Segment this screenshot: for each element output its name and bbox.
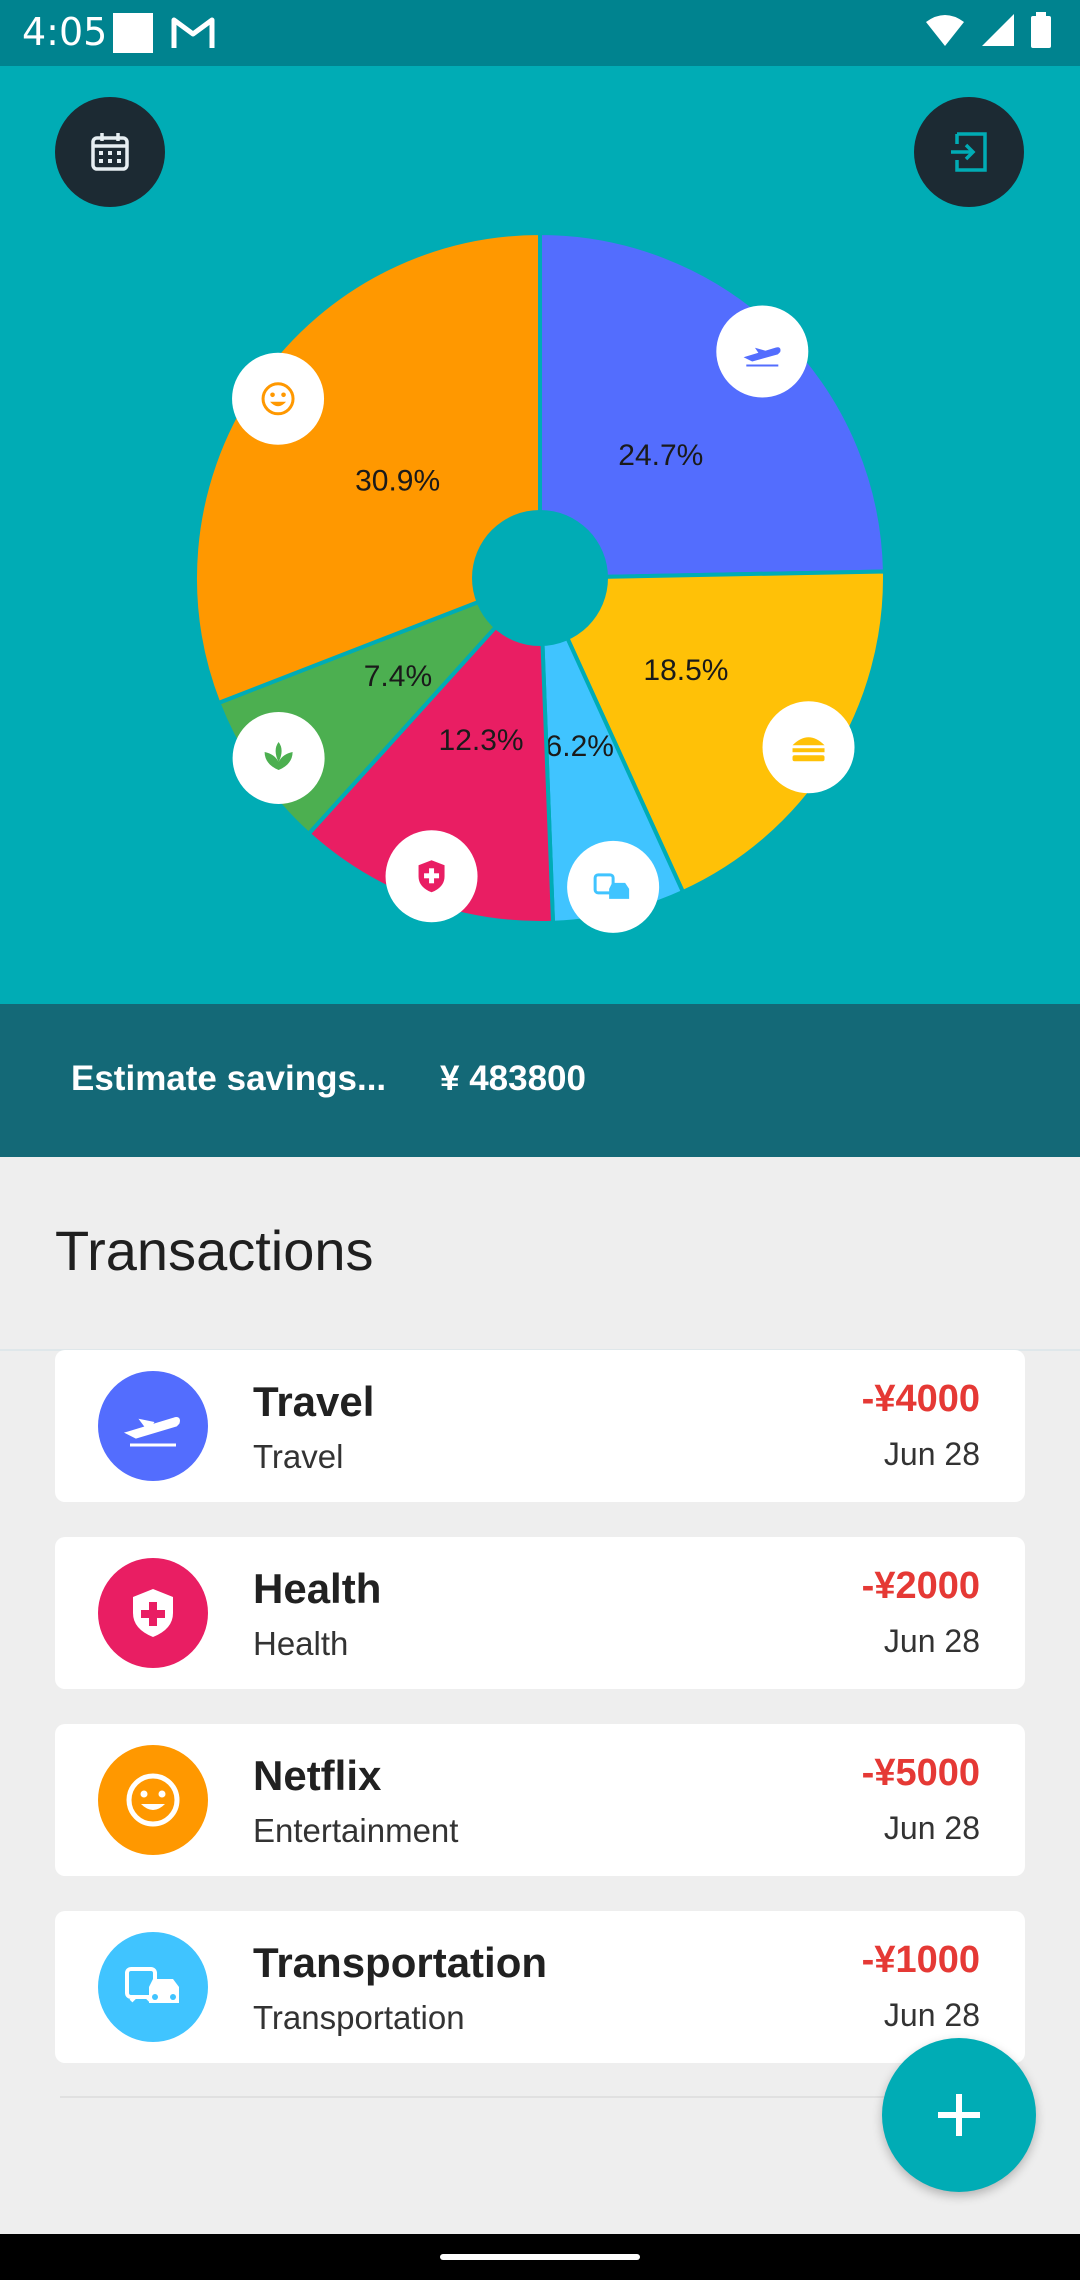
plane-icon	[716, 305, 809, 398]
pie-label-food: 18.5%	[643, 654, 728, 687]
pie-label-health: 12.3%	[439, 724, 524, 757]
transaction-icon-circle	[98, 1932, 208, 2042]
transaction-icon-circle	[98, 1371, 208, 1481]
car-icon	[125, 1967, 179, 2003]
navigation-bar	[0, 2234, 1080, 2280]
transactions-title: Transactions	[55, 1219, 374, 1282]
transaction-card[interactable]: Travel Travel -¥4000 Jun 28	[55, 1350, 1025, 1502]
transaction-amount: -¥5000	[861, 1752, 980, 1794]
transaction-category: Entertainment	[253, 1812, 459, 1849]
transaction-amount: -¥4000	[861, 1378, 980, 1420]
transaction-amount: -¥2000	[861, 1565, 980, 1607]
leaf-icon	[232, 712, 325, 805]
expense-pie-chart: 24.7% 18.5% 6.2% 12.3%7.4% 30.9%	[193, 230, 887, 933]
transaction-date: Jun 28	[883, 1997, 980, 2033]
gmail-icon	[171, 17, 215, 48]
health-shield-icon	[385, 830, 478, 923]
transaction-title: Transportation	[253, 1939, 548, 1986]
transaction-card[interactable]: Netflix Entertainment -¥5000 Jun 28	[55, 1724, 1025, 1876]
transaction-date: Jun 28	[883, 1436, 980, 1472]
status-bar: 4:05	[0, 0, 1080, 66]
chart-section: 24.7% 18.5% 6.2% 12.3% 7.4% 30.9%	[0, 66, 1080, 1004]
pie-label-nature: 7.4%	[364, 660, 432, 693]
transaction-date: Jun 28	[883, 1623, 980, 1659]
transaction-card[interactable]: Health Health -¥2000 Jun 28	[55, 1537, 1025, 1689]
plane-icon	[123, 1417, 180, 1447]
transaction-icon-circle	[98, 1558, 208, 1668]
notification-square-icon	[113, 13, 153, 53]
transaction-category: Travel	[253, 1438, 344, 1475]
burger-icon	[762, 701, 855, 794]
transaction-title: Travel	[253, 1378, 375, 1425]
divider	[60, 2096, 1025, 2098]
status-time: 4:05	[22, 10, 108, 54]
transaction-category: Health	[253, 1625, 349, 1662]
status-icons	[924, 12, 1052, 48]
health-shield-icon	[133, 1589, 173, 1637]
smiley-icon	[126, 1773, 180, 1827]
transaction-amount: -¥1000	[861, 1939, 980, 1981]
home-gesture-handle[interactable]	[440, 2254, 640, 2260]
wifi-icon	[926, 15, 964, 46]
pie-label-transportation: 6.2%	[546, 730, 614, 763]
pie-label-entertainment: 30.9%	[355, 465, 440, 498]
car-icon	[567, 840, 660, 933]
transaction-title: Netflix	[253, 1752, 382, 1799]
pie-label-travel: 24.7%	[618, 439, 703, 472]
smiley-icon	[232, 352, 325, 445]
savings-value: ¥ 483800	[440, 1059, 586, 1098]
add-transaction-button[interactable]	[882, 2038, 1036, 2192]
transaction-category: Transportation	[253, 1999, 465, 2036]
pie-center-hole	[472, 510, 608, 646]
plus-icon	[938, 2094, 980, 2136]
battery-icon	[1031, 12, 1051, 48]
pie-slice-travel[interactable]	[538, 230, 887, 581]
signal-icon	[982, 14, 1014, 46]
savings-banner: Estimate savings... ¥ 483800	[0, 1004, 1080, 1157]
transaction-date: Jun 28	[883, 1810, 980, 1846]
transaction-title: Health	[253, 1565, 382, 1612]
transaction-card[interactable]: Transportation Transportation -¥1000 Jun…	[55, 1911, 1025, 2063]
transaction-icon-circle	[98, 1745, 208, 1855]
savings-label: Estimate savings...	[71, 1059, 387, 1098]
